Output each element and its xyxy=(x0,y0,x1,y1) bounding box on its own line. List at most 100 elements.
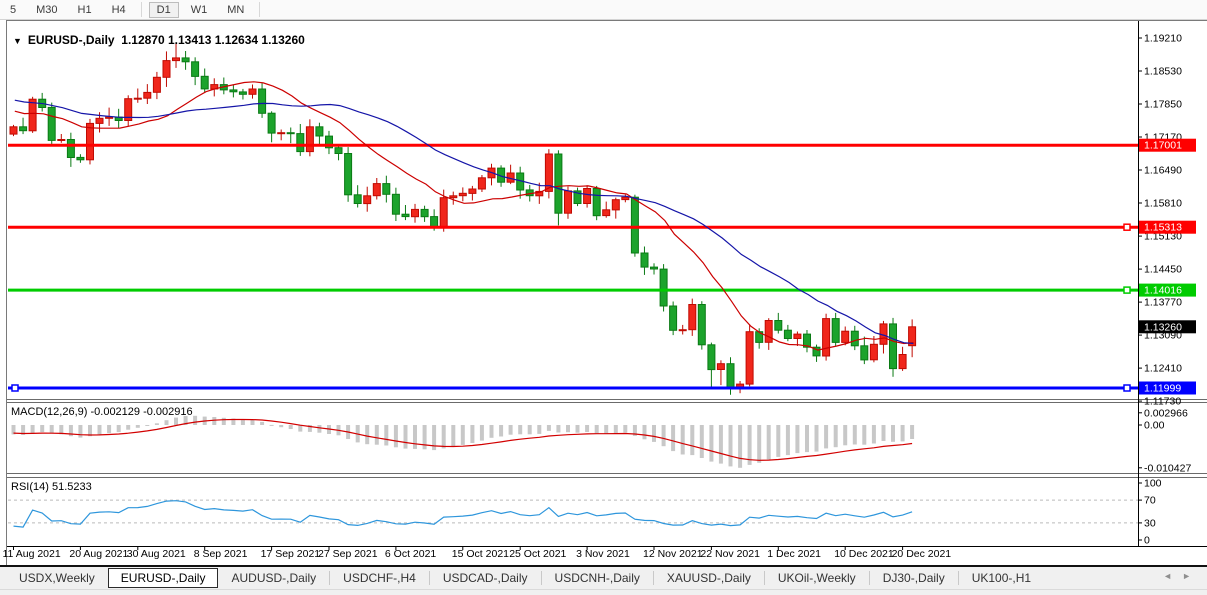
tab-ukoil-weekly[interactable]: UKOil-,Weekly xyxy=(765,568,869,588)
candle xyxy=(804,330,811,352)
date-axis-label: 20 Aug 2021 xyxy=(69,548,128,560)
tab-usdx-weekly[interactable]: USDX,Weekly xyxy=(6,568,108,588)
candle xyxy=(287,128,294,144)
svg-text:1.17001: 1.17001 xyxy=(1144,140,1182,152)
horizontal-line-1.14016[interactable] xyxy=(8,287,1138,293)
price-axis-label: 1.18530 xyxy=(1144,66,1182,78)
candle xyxy=(717,360,724,385)
date-axis-label: 6 Oct 2021 xyxy=(385,548,437,560)
tab-usdcad-daily[interactable]: USDCAD-,Daily xyxy=(430,568,541,588)
date-axis-label: 17 Sep 2021 xyxy=(261,548,321,560)
rsi-current-value: 51.5233 xyxy=(52,481,92,493)
horizontal-line-1.15313[interactable] xyxy=(8,224,1138,230)
price-axis-label: 1.19210 xyxy=(1144,33,1182,45)
candle xyxy=(651,263,658,274)
tab-eurusd-daily[interactable]: EURUSD-,Daily xyxy=(108,568,219,588)
line-drag-handle[interactable] xyxy=(1124,385,1130,391)
date-axis-label: 15 Oct 2021 xyxy=(452,548,509,560)
date-axis-label: 3 Nov 2021 xyxy=(576,548,630,560)
macd-axis-label: 0.002966 xyxy=(1144,407,1188,419)
candle xyxy=(249,85,256,99)
moving-average-26 xyxy=(15,100,914,343)
tab-usdchf-h4[interactable]: USDCHF-,H4 xyxy=(330,568,429,588)
chart-tab-bar: USDX,WeeklyEURUSD-,DailyAUDUSD-,DailyUSD… xyxy=(0,567,1207,595)
candle xyxy=(39,93,46,112)
date-axis-label: 22 Nov 2021 xyxy=(700,548,760,560)
macd-axis-label: 0.00 xyxy=(1144,420,1165,432)
tab-uk100-h1[interactable]: UK100-,H1 xyxy=(959,568,1044,588)
candle xyxy=(670,302,677,336)
date-axis-label: 25 Oct 2021 xyxy=(509,548,566,560)
date-axis-label: 12 Nov 2021 xyxy=(643,548,703,560)
candle xyxy=(153,72,160,99)
tab-usdcnh-daily[interactable]: USDCNH-,Daily xyxy=(542,568,653,588)
candle xyxy=(10,125,17,136)
candle xyxy=(402,205,409,220)
candle xyxy=(115,109,122,129)
candle xyxy=(201,69,208,93)
rsi-axis-label: 30 xyxy=(1144,517,1156,529)
date-axis-label: 10 Dec 2021 xyxy=(834,548,894,560)
line-drag-handle[interactable] xyxy=(1124,287,1130,293)
candle xyxy=(689,299,696,336)
price-axis-label: 1.12410 xyxy=(1144,363,1182,375)
candle xyxy=(679,325,686,335)
tab-xauusd-daily[interactable]: XAUUSD-,Daily xyxy=(654,568,764,588)
line-drag-handle[interactable] xyxy=(1124,224,1130,230)
panel-borders xyxy=(0,21,1207,567)
candle xyxy=(584,185,591,207)
candle xyxy=(163,51,170,87)
macd-current-values: -0.002129 -0.002916 xyxy=(90,406,192,418)
candle xyxy=(278,130,285,141)
price-axis-label: 1.13770 xyxy=(1144,297,1182,309)
trading-terminal: 5M30H1H4D1W1MN 1.192101.185301.178501.17… xyxy=(0,0,1207,595)
price-tag-1.15313: 1.15313 xyxy=(1139,221,1196,234)
candle xyxy=(890,318,897,377)
tab-scroll-left-icon[interactable]: ◄ xyxy=(1163,571,1182,581)
candle xyxy=(574,188,581,207)
moving-average-13 xyxy=(15,82,914,350)
candle xyxy=(173,44,180,68)
candle xyxy=(612,198,619,219)
candle xyxy=(354,185,361,207)
candle xyxy=(421,206,428,222)
svg-text:1.14016: 1.14016 xyxy=(1144,285,1182,297)
price-tag-1.14016: 1.14016 xyxy=(1139,284,1196,297)
candle xyxy=(909,319,916,357)
candle xyxy=(708,343,715,387)
candle xyxy=(832,313,839,347)
candle xyxy=(373,178,380,200)
candle xyxy=(775,313,782,334)
candle xyxy=(134,89,141,103)
candle xyxy=(851,326,858,350)
candle xyxy=(239,89,246,100)
date-axis-label: 8 Sep 2021 xyxy=(194,548,248,560)
tab-audusd-daily[interactable]: AUDUSD-,Daily xyxy=(218,568,329,588)
price-tag-1.17001: 1.17001 xyxy=(1139,139,1196,152)
price-axis-label: 1.15810 xyxy=(1144,198,1182,210)
candle xyxy=(813,345,820,362)
rsi-panel: 10070300 xyxy=(8,478,1162,547)
svg-text:1.13260: 1.13260 xyxy=(1144,321,1182,333)
chart-collapse-arrow-icon[interactable]: ▼ xyxy=(13,36,22,46)
candle xyxy=(20,118,27,134)
date-axis-label: 20 Dec 2021 xyxy=(892,548,952,560)
line-drag-handle[interactable] xyxy=(12,385,18,391)
price-tag-1.11999: 1.11999 xyxy=(1139,382,1196,395)
candle xyxy=(517,167,524,199)
svg-text:1.11999: 1.11999 xyxy=(1144,383,1181,395)
tab-scroll-right-icon[interactable]: ► xyxy=(1182,571,1201,581)
candle xyxy=(230,85,237,98)
candle xyxy=(58,134,65,143)
tab-dj30-daily[interactable]: DJ30-,Daily xyxy=(870,568,958,588)
candle xyxy=(765,318,772,350)
date-axis-label: 11 Aug 2021 xyxy=(3,548,61,560)
candle xyxy=(259,83,266,118)
candle xyxy=(77,154,84,163)
horizontal-line-1.11999[interactable] xyxy=(8,385,1138,391)
rsi-name: RSI(14) xyxy=(11,481,49,493)
date-axis-label: 30 Aug 2021 xyxy=(127,548,186,560)
candle xyxy=(144,84,151,104)
candle xyxy=(192,57,199,85)
chart-canvas[interactable]: 1.192101.185301.178501.171701.164901.158… xyxy=(0,0,1207,595)
